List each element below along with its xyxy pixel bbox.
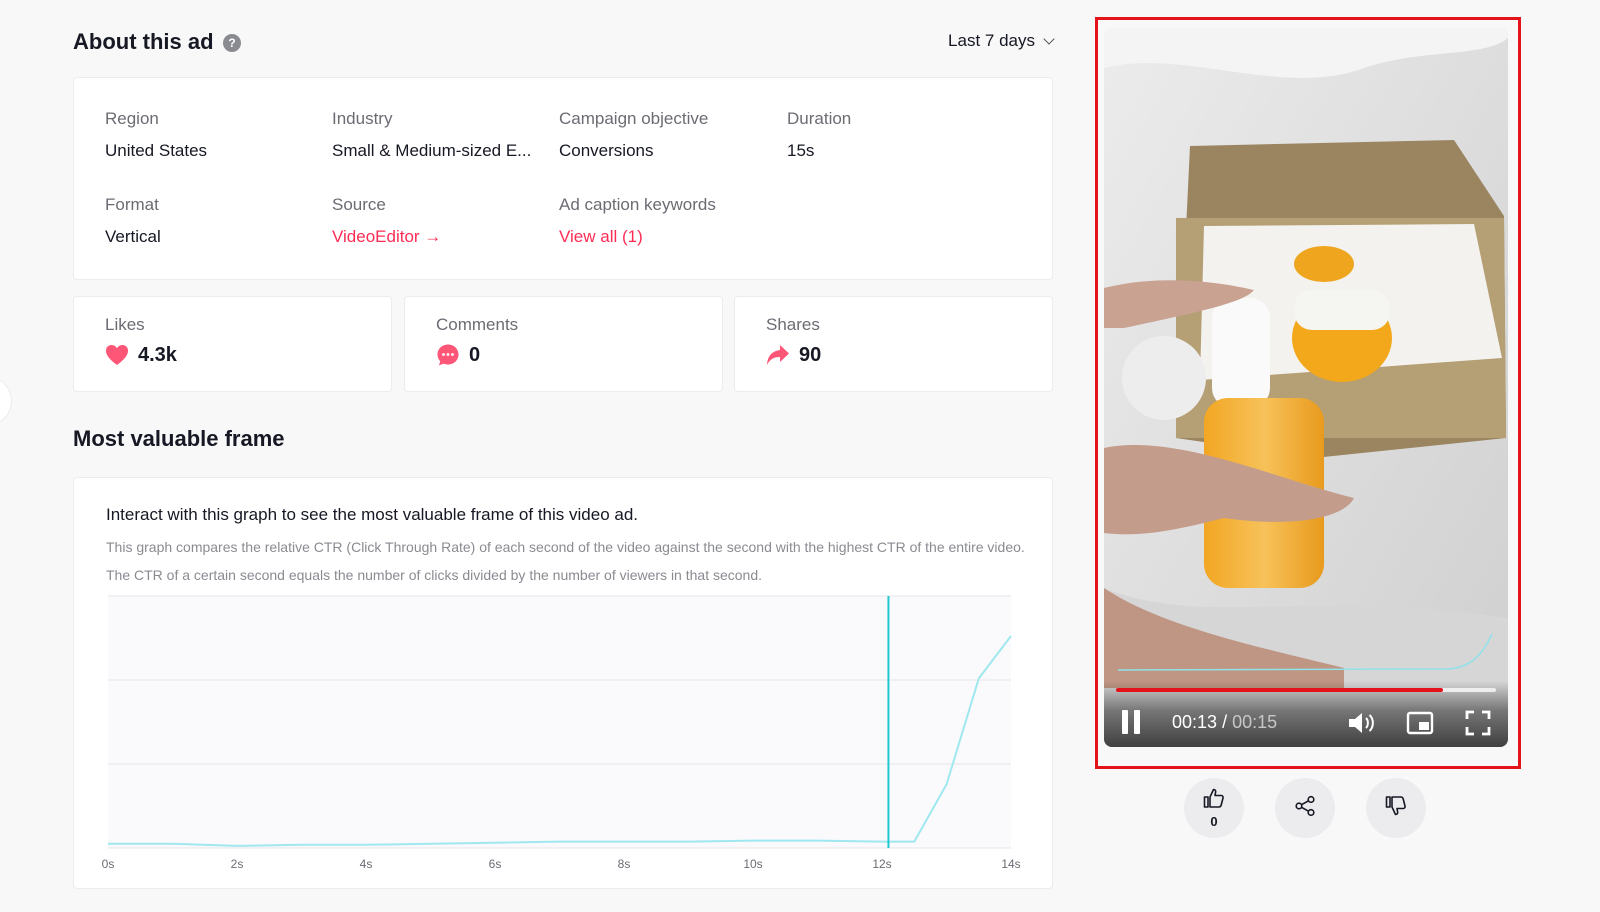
duration-field: Duration 15s	[787, 109, 851, 161]
ctr-line-chart[interactable]: 0s 2s 4s 6s 8s 10s 12s 14s	[74, 478, 1052, 888]
keywords-label: Ad caption keywords	[559, 195, 716, 214]
likes-value: 4.3k	[138, 343, 177, 366]
view-all-keywords-link[interactable]: View all (1)	[559, 227, 716, 247]
pause-icon[interactable]	[1120, 709, 1144, 740]
chevron-down-icon	[1043, 33, 1055, 45]
objective-label: Campaign objective	[559, 109, 709, 128]
like-count: 0	[1210, 813, 1218, 829]
thumbs-down-icon	[1385, 795, 1407, 821]
x-tick-label: 14s	[1001, 857, 1020, 871]
video-player[interactable]: 00:13 / 00:15	[1104, 28, 1508, 747]
x-tick-label: 0s	[102, 857, 115, 871]
thumbs-up-icon	[1203, 788, 1225, 813]
volume-icon[interactable]	[1347, 711, 1377, 740]
ad-header: About this ad ? Last 7 days	[73, 26, 1055, 58]
industry-label: Industry	[332, 109, 393, 128]
industry-field: Industry Small & Medium-sized E...	[332, 109, 531, 161]
share-button[interactable]	[1275, 778, 1335, 838]
x-tick-label: 4s	[360, 857, 373, 871]
dislike-button[interactable]	[1366, 778, 1426, 838]
ad-info-card: Region United States Industry Small & Me…	[73, 77, 1053, 280]
source-field: Source VideoEditor →	[332, 195, 441, 247]
duration-label: Duration	[787, 109, 852, 128]
x-tick-label: 8s	[618, 857, 631, 871]
objective-value: Conversions	[559, 141, 654, 160]
comment-icon	[436, 343, 460, 367]
date-range-label: Last 7 days	[948, 31, 1035, 50]
help-icon[interactable]: ?	[223, 34, 241, 52]
shares-card: Shares 90	[734, 296, 1053, 392]
x-tick-label: 2s	[231, 857, 244, 871]
format-label: Format	[105, 195, 159, 214]
comments-card: Comments 0	[404, 296, 723, 392]
progress-bar[interactable]	[1116, 688, 1496, 692]
like-button[interactable]: 0	[1184, 778, 1244, 838]
date-range-dropdown[interactable]: Last 7 days	[948, 31, 1055, 51]
x-tick-label: 10s	[743, 857, 762, 871]
format-value: Vertical	[105, 227, 161, 246]
shares-stat: 90	[766, 343, 821, 367]
time-separator: /	[1222, 712, 1228, 732]
likes-card: Likes 4.3k	[73, 296, 392, 392]
progress-fill	[1116, 688, 1443, 692]
likes-label: Likes	[105, 315, 145, 334]
region-value: United States	[105, 141, 208, 160]
share-arrow-icon	[766, 343, 790, 367]
picture-in-picture-icon[interactable]	[1406, 711, 1434, 740]
time-display: 00:13 / 00:15	[1172, 712, 1277, 733]
comments-label: Comments	[436, 315, 519, 334]
likes-stat: 4.3k	[105, 343, 177, 367]
section-title: Most valuable frame	[73, 426, 285, 451]
shares-value: 90	[799, 343, 822, 366]
total-time: 00:15	[1232, 712, 1278, 732]
format-field: Format Vertical	[105, 195, 161, 247]
source-label: Source	[332, 195, 386, 214]
region-field: Region United States	[105, 109, 207, 161]
industry-value: Small & Medium-sized E...	[332, 141, 532, 160]
ctr-overlay-line	[1117, 633, 1493, 671]
share-icon	[1294, 795, 1316, 822]
duration-value: 15s	[787, 141, 815, 160]
shares-label: Shares	[766, 315, 820, 334]
keywords-field: Ad caption keywords View all (1)	[559, 195, 716, 247]
objective-field: Campaign objective Conversions	[559, 109, 708, 161]
region-label: Region	[105, 109, 159, 128]
frame-chart-card: Interact with this graph to see the most…	[73, 477, 1053, 889]
comments-value: 0	[469, 343, 481, 366]
plot-area	[108, 596, 1011, 848]
heart-icon	[105, 343, 129, 367]
x-tick-label: 12s	[872, 857, 891, 871]
fullscreen-icon[interactable]	[1465, 710, 1491, 741]
page-title: About this ad	[73, 29, 214, 54]
source-link[interactable]: VideoEditor →	[332, 227, 441, 247]
comments-stat: 0	[436, 343, 480, 367]
current-time: 00:13	[1172, 712, 1218, 732]
side-toggle-button[interactable]	[0, 378, 12, 424]
x-tick-label: 6s	[489, 857, 502, 871]
